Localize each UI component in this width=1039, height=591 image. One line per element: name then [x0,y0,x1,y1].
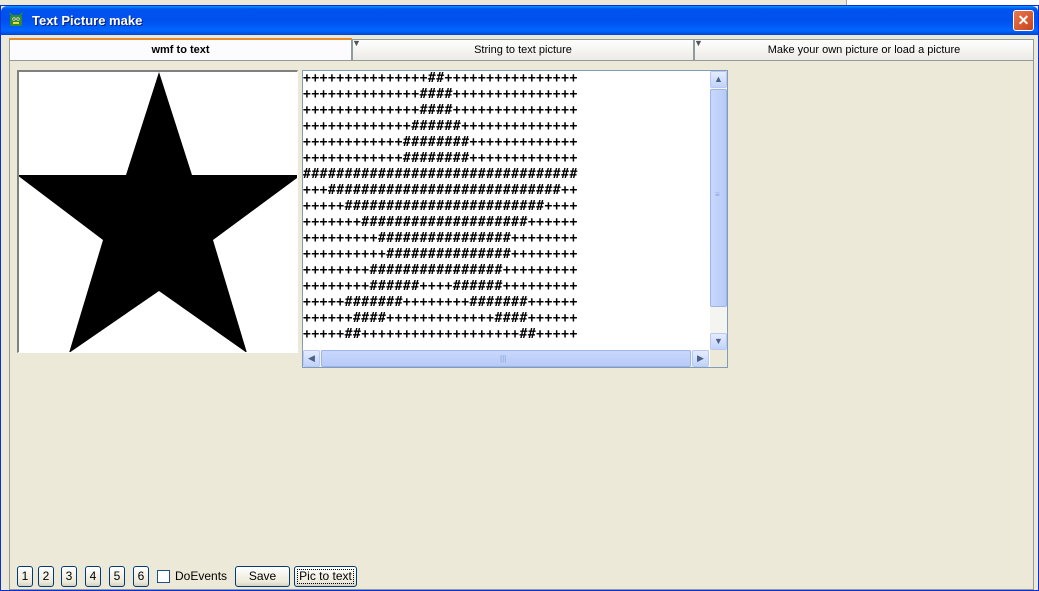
vertical-scrollbar[interactable]: ▲ ≡ ▼ [710,71,727,350]
tab-string-to-text-picture[interactable]: ▼ String to text picture [352,39,694,60]
scroll-up-button[interactable]: ▲ [710,71,727,88]
ascii-line: +++++++++++++++##++++++++++++++++ [303,71,578,86]
tab-panel: +++++++++++++++##++++++++++++++++ +++++++… [9,60,1034,590]
scroll-left-button[interactable]: ◀ [303,350,320,367]
tab-notch-icon: ▼ [694,38,703,48]
tab-notch-icon: ▼ [352,38,361,48]
ascii-line: +++############################++ [303,183,578,198]
number-button-2[interactable]: 2 [38,566,54,587]
ascii-line: +++++#######++++++++#######++++++ [303,295,578,310]
ascii-line: ++++++++################+++++++++ [303,263,578,278]
ascii-line: +++++++++++++######++++++++++++++ [303,119,578,134]
grip-icon: ≡ [715,190,720,199]
ascii-line: ++++++++++++########+++++++++++++ [303,135,578,150]
ascii-line: ++++++++######++++######+++++++++ [303,279,578,294]
scroll-right-button[interactable]: ▶ [692,350,709,367]
scroll-down-button[interactable]: ▼ [710,333,727,350]
grip-icon: ||| [500,354,507,363]
ascii-line: +++++++++################++++++++ [303,231,578,246]
title-bar[interactable]: Text Picture make ✕ [1,6,1038,35]
pic-to-text-button[interactable]: Pic to text [294,566,357,587]
ascii-line: +++++##+++++++++++++++++++##+++++ [303,327,578,342]
doevents-label: DoEvents [175,569,228,583]
ascii-line: ++++++++++###############++++++++ [303,247,578,262]
ascii-line: +++++########################++++ [303,199,578,214]
number-button-3[interactable]: 3 [61,566,77,587]
tab-strip: wmf to text ▼ String to text picture ▼ M… [9,38,1034,61]
arrow-up-icon: ▲ [714,74,723,84]
number-button-5[interactable]: 5 [109,566,125,587]
tab-label: Make your own picture or load a picture [767,44,961,56]
tab-label: wmf to text [151,44,210,56]
ascii-line: ++++++++++++++####+++++++++++++++ [303,87,578,102]
app-dragon-icon [9,12,23,26]
horizontal-scrollbar[interactable]: ◀ ||| ▶ [303,350,709,367]
picture-box[interactable] [17,70,298,353]
number-button-4[interactable]: 4 [85,566,101,587]
doevents-checkbox[interactable] [157,570,170,583]
close-icon: ✕ [1017,12,1030,28]
ascii-line: ################################# [303,167,578,182]
save-button[interactable]: Save [235,566,290,587]
main-window: Text Picture make ✕ wmf to text ▼ String… [0,5,1039,591]
ascii-line: +++++++####################++++++ [303,215,578,230]
ascii-text: +++++++++++++++##++++++++++++++++ +++++++… [303,71,709,350]
horizontal-scroll-thumb[interactable]: ||| [321,350,691,367]
number-button-1[interactable]: 1 [17,566,33,587]
arrow-left-icon: ◀ [308,353,315,363]
tab-make-own-picture[interactable]: ▼ Make your own picture or load a pictur… [694,39,1034,60]
close-button[interactable]: ✕ [1013,10,1034,31]
ascii-line: ++++++++++++++####+++++++++++++++ [303,103,578,118]
ascii-line: ++++++++++++########+++++++++++++ [303,151,578,166]
tab-label: String to text picture [474,44,572,56]
window-title: Text Picture make [32,13,143,28]
number-button-6[interactable]: 6 [133,566,149,587]
ascii-output-textbox[interactable]: +++++++++++++++##++++++++++++++++ +++++++… [302,70,728,368]
star-image [19,72,297,352]
tab-wmf-to-text[interactable]: wmf to text [9,38,352,61]
vertical-scroll-thumb[interactable]: ≡ [710,89,727,307]
scrollbar-corner [710,350,727,367]
arrow-right-icon: ▶ [697,353,704,363]
arrow-down-icon: ▼ [714,336,723,346]
ascii-line: ++++++####+++++++++++++####++++++ [303,311,578,326]
